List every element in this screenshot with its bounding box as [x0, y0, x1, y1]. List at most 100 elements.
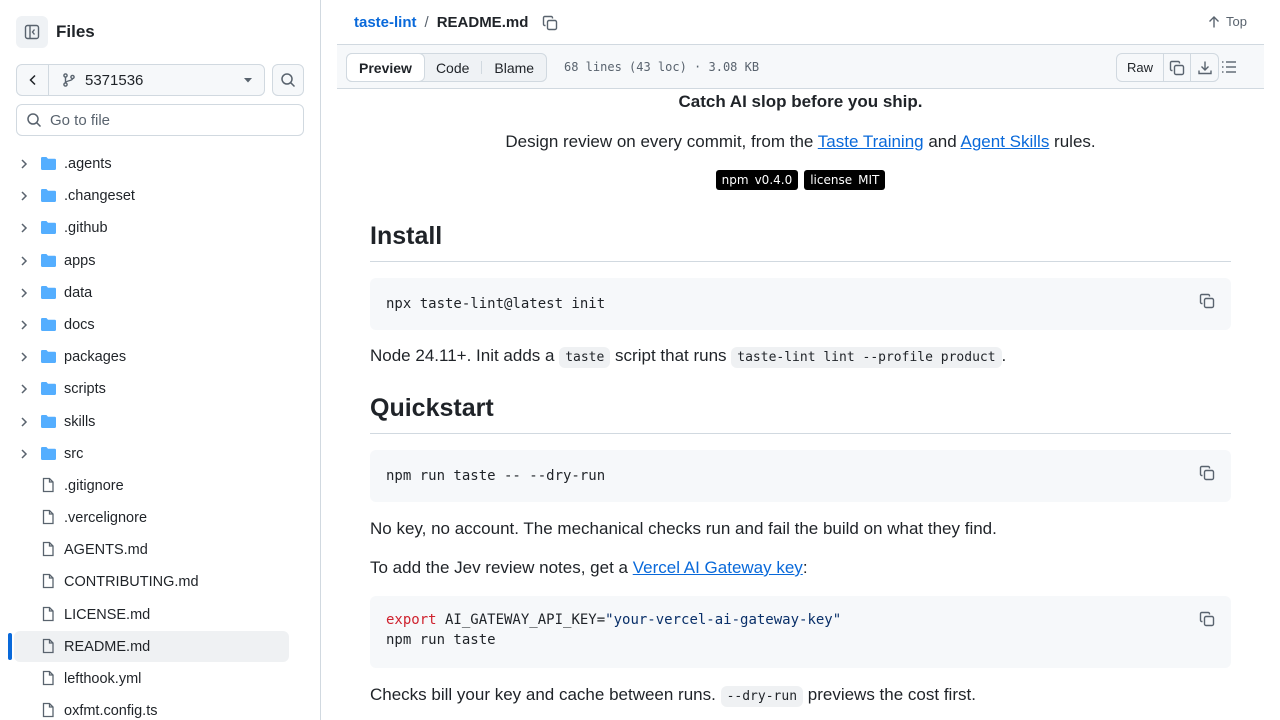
tree-item-label: .changeset — [64, 188, 135, 205]
file-toolbar: Preview Code Blame 68 lines (43 loc) · 3… — [337, 45, 1264, 89]
chevron-right-icon[interactable] — [18, 350, 30, 368]
readme-tagline: Catch AI slop before you ship. — [678, 92, 923, 111]
tree-folder[interactable]: .agents — [0, 148, 320, 180]
badge-value: v0.4.0 — [754, 173, 793, 187]
tree-item-label: .vercelignore — [64, 510, 148, 527]
tree-folder[interactable]: .changeset — [0, 180, 320, 212]
file-icon — [40, 638, 56, 659]
copy-code-button[interactable] — [1199, 465, 1215, 487]
tree-file[interactable]: lefthook.yml — [0, 663, 320, 695]
chevron-right-icon[interactable] — [18, 221, 30, 239]
raw-button[interactable]: Raw — [1117, 54, 1165, 81]
tree-item-label: .github — [64, 220, 108, 237]
tree-folder[interactable]: data — [0, 277, 320, 309]
tree-file[interactable]: .gitignore — [0, 470, 320, 502]
tree-folder[interactable]: scripts — [0, 373, 320, 405]
back-button[interactable] — [17, 65, 49, 95]
tree-file[interactable]: CONTRIBUTING.md — [0, 566, 320, 598]
chevron-right-icon[interactable] — [18, 254, 30, 272]
tree-folder[interactable]: apps — [0, 245, 320, 277]
file-icon — [40, 606, 56, 627]
copy-code-button[interactable] — [1199, 293, 1215, 315]
sidebar-collapse-icon — [24, 24, 40, 40]
tree-file[interactable]: .vercelignore — [0, 502, 320, 534]
file-icon — [40, 509, 56, 530]
tab-preview[interactable]: Preview — [346, 53, 425, 82]
tree-item-label: scripts — [64, 381, 106, 398]
go-to-file-input[interactable] — [50, 111, 290, 129]
chevron-right-icon[interactable] — [18, 286, 30, 304]
license-badge[interactable]: license MIT — [804, 170, 886, 190]
copy-code-button[interactable] — [1199, 611, 1215, 633]
file-icon — [40, 573, 56, 594]
breadcrumb-repo-link[interactable]: taste-lint — [354, 14, 417, 31]
badge-key: license — [810, 173, 853, 187]
tree-item-label: docs — [64, 316, 95, 333]
download-icon — [1197, 61, 1212, 74]
git-branch-icon — [63, 73, 75, 87]
node-paragraph: Node 24.11+. Init adds a taste script th… — [370, 346, 1231, 368]
heading-quickstart: Quickstart — [370, 394, 1231, 434]
chevron-right-icon[interactable] — [18, 382, 30, 400]
copy-path-button[interactable] — [542, 15, 558, 31]
code-string: "your-vercel-ai-gateway-key" — [605, 612, 842, 628]
chevron-right-icon[interactable] — [18, 447, 30, 465]
file-icon — [40, 702, 56, 720]
folder-icon — [40, 446, 57, 466]
tree-folder[interactable]: skills — [0, 406, 320, 438]
tree-file[interactable]: oxfmt.config.ts — [0, 695, 320, 720]
top-label: Top — [1226, 14, 1247, 29]
tab-blame[interactable]: Blame — [482, 54, 546, 81]
chevron-right-icon[interactable] — [18, 318, 30, 336]
file-tree-sidebar: Files 5371536 Go to file .agents .change… — [0, 0, 321, 720]
top-button[interactable]: Top — [1207, 14, 1247, 29]
para-text: . — [1001, 346, 1007, 365]
desc-text: and — [923, 132, 961, 151]
search-files-button[interactable] — [272, 64, 304, 96]
folder-icon — [40, 285, 57, 305]
branch-dropdown[interactable]: 5371536 — [49, 65, 264, 95]
chevron-right-icon[interactable] — [18, 157, 30, 175]
tree-file[interactable]: README.md — [0, 630, 320, 663]
chevron-right-icon[interactable] — [18, 189, 30, 207]
para-text: To add the Jev review notes, get a — [370, 558, 633, 577]
tree-file[interactable]: AGENTS.md — [0, 534, 320, 566]
tree-folder[interactable]: src — [0, 438, 320, 470]
code-line: export AI_GATEWAY_API_KEY="your-vercel-a… — [386, 610, 1215, 630]
vercel-gateway-link[interactable]: Vercel AI Gateway key — [633, 558, 803, 577]
tree-item-label: lefthook.yml — [64, 671, 142, 687]
tab-code[interactable]: Code — [424, 54, 481, 81]
code-text: npm run taste -- --dry-run — [386, 468, 606, 484]
folder-icon — [40, 349, 57, 369]
file-actions: Raw — [1116, 53, 1220, 82]
list-outline-icon — [1222, 61, 1236, 73]
file-header: taste-lint / README.md Top — [337, 0, 1264, 45]
para-text: : — [802, 558, 808, 577]
outline-button[interactable] — [1220, 58, 1238, 81]
copy-icon — [543, 15, 558, 30]
agent-skills-link[interactable]: Agent Skills — [961, 132, 1050, 151]
folder-icon — [40, 188, 57, 208]
tree-folder[interactable]: .github — [0, 212, 320, 244]
app-window: Files 5371536 Go to file .agents .change… — [0, 0, 1280, 720]
chevron-right-icon[interactable] — [18, 415, 30, 433]
folder-icon — [40, 414, 57, 434]
tree-file[interactable]: LICENSE.md — [0, 599, 320, 631]
collapse-sidebar-button[interactable] — [16, 16, 48, 48]
desc-text: Design review on every commit, from the — [505, 132, 818, 151]
download-button[interactable] — [1191, 54, 1218, 81]
copy-icon — [1199, 293, 1215, 309]
file-tree: .agents .changeset .github apps data docs pack… — [0, 148, 320, 720]
tree-folder[interactable]: docs — [0, 309, 320, 341]
tree-item-label: packages — [64, 349, 127, 366]
badge-value: MIT — [858, 173, 880, 187]
npm-badge[interactable]: npm v0.4.0 — [715, 170, 799, 190]
taste-training-link[interactable]: Taste Training — [818, 132, 924, 151]
copy-icon — [1169, 60, 1185, 75]
desc-text: rules. — [1049, 132, 1096, 151]
file-meta: 68 lines (43 loc) · 3.08 KB — [564, 60, 760, 74]
para-text: Checks bill your key and cache between r… — [370, 685, 721, 704]
copy-raw-button[interactable] — [1164, 54, 1192, 81]
para-text: previews the cost first. — [803, 685, 976, 704]
tree-folder[interactable]: packages — [0, 341, 320, 373]
